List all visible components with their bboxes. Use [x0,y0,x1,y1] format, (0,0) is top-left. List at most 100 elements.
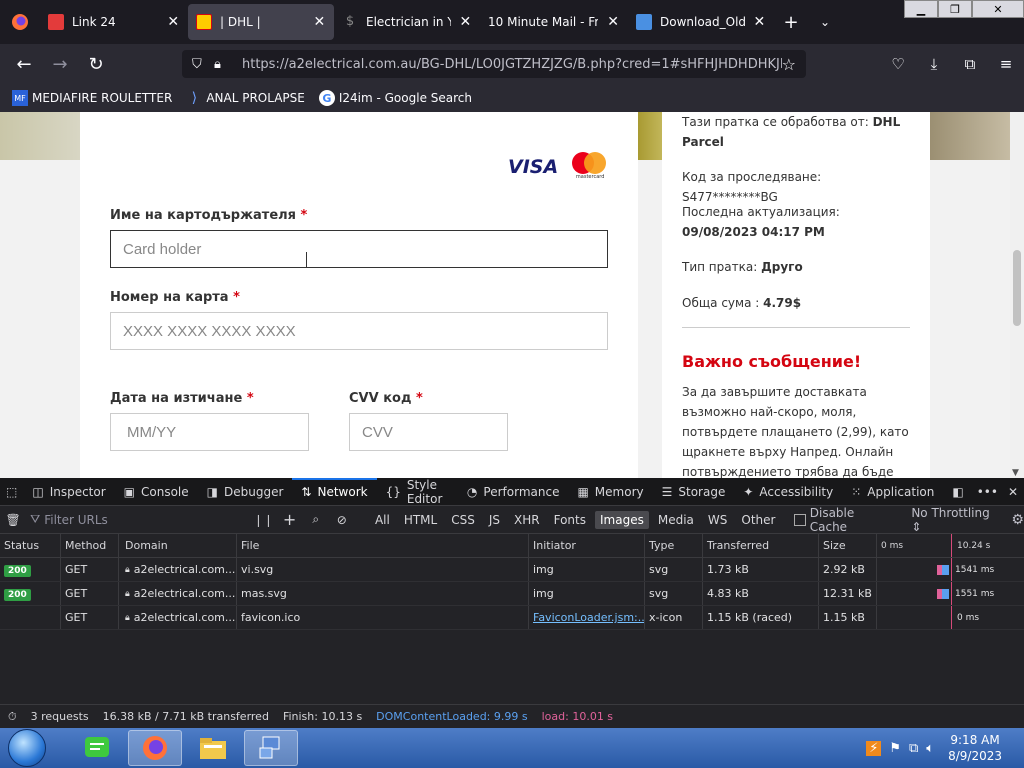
tab-download-old[interactable]: Download_Old_B ✕ [628,4,774,40]
bookmark-mediafire[interactable]: MF MEDIAFIRE ROULETTER [12,90,172,106]
tab-storage[interactable]: ☰ Storage [653,478,735,506]
col-waterfall[interactable]: 0 ms 10.24 s [876,534,1024,557]
scrollbar-thumb[interactable] [1013,250,1021,326]
taskbar-app-chat-icon[interactable] [70,730,124,766]
col-size[interactable]: Size [818,534,876,557]
col-initiator[interactable]: Initiator [528,534,644,557]
tab-network[interactable]: ⇅ Network [292,477,377,506]
maximize-icon[interactable]: ❐ [938,0,972,18]
col-domain[interactable]: Domain [118,534,236,557]
col-status[interactable]: Status [0,539,60,552]
tab-label: Memory [594,484,644,499]
tab-memory[interactable]: ▦ Memory [568,478,652,506]
url-bar[interactable]: ⛉ 🔒︎ https://a2electrical.com.au/BG-DHL/… [182,50,806,78]
tray-app-icon[interactable]: ⚡ [866,740,882,756]
page-scrollbar[interactable]: ▼ [1010,112,1024,478]
tab-10minutemail[interactable]: 10 Minute Mail - Free ✕ [480,4,628,40]
filter-fonts[interactable]: Fonts [549,511,591,529]
close-tab-icon[interactable]: ✕ [167,14,180,30]
filter-images[interactable]: Images [595,510,649,529]
firefox-menu-icon[interactable] [0,0,40,44]
disable-cache-toggle[interactable]: Disable Cache [794,506,889,534]
table-row[interactable]: GET 🔒︎ a2electrical.com... favicon.ico Fa… [0,606,1024,630]
filter-css[interactable]: CSS [446,511,480,529]
tab-electrician[interactable]: $ Electrician in Yar ✕ [334,4,480,40]
settings-gear-icon[interactable]: ⚙ [1011,512,1024,528]
tab-console[interactable]: ▣ Console [115,478,198,506]
tab-accessibility[interactable]: ✦ Accessibility [734,478,842,506]
action-center-flag-icon[interactable]: ⚑ [889,741,901,756]
tab-debugger[interactable]: ◨ Debugger [198,478,293,506]
pick-element-icon[interactable]: ⬚ [0,478,23,506]
cvv-input[interactable]: CVV [349,413,508,451]
taskbar-app-network-icon[interactable] [244,730,298,766]
filter-xhr[interactable]: XHR [509,511,545,529]
scroll-down-icon[interactable]: ▼ [1012,468,1019,478]
cardholder-input[interactable]: Card holder [110,230,608,268]
shield-icon[interactable]: ⛉ [192,57,214,72]
col-type[interactable]: Type [644,534,702,557]
lock-icon[interactable]: 🔒︎ [214,57,236,72]
app-menu-icon[interactable]: ≡ [988,55,1024,73]
filter-urls-input[interactable]: ⛛ Filter URLs [26,512,250,527]
tab-application[interactable]: ⁙ Application [842,478,943,506]
table-row[interactable]: 200 GET 🔒︎ a2electrical.com... mas.svg im… [0,582,1024,606]
filter-media[interactable]: Media [653,511,699,529]
taskbar-app-explorer-icon[interactable] [186,730,240,766]
minimize-icon[interactable]: ▁ [904,0,938,18]
network-tray-icon[interactable]: ⧉ [909,741,918,756]
close-tab-icon[interactable]: ✕ [313,14,326,30]
close-tab-icon[interactable]: ✕ [606,14,620,30]
filter-ws[interactable]: WS [703,511,732,529]
pocket-icon[interactable]: ♡ [880,55,916,73]
downloads-icon[interactable]: ⤓ [916,55,952,73]
clock[interactable]: 9:18 AM 8/9/2023 [948,732,1002,764]
forward-icon[interactable]: → [42,54,78,75]
pause-icon[interactable]: ❘❘ [250,513,276,527]
timer-icon[interactable]: ⏱ [8,710,17,724]
taskbar-app-firefox-icon[interactable] [128,730,182,766]
application-icon: ⁙ [851,484,862,499]
close-devtools-icon[interactable]: ✕ [1002,478,1024,506]
extensions-icon[interactable]: ⧉ [952,55,988,73]
start-button-icon[interactable] [8,729,46,767]
block-icon[interactable]: ⊘ [329,513,355,527]
expiry-input[interactable]: MM/YY [110,413,309,451]
throttling-select[interactable]: No Throttling ⇕ [911,506,997,534]
bookmark-star-icon[interactable]: ☆ [782,55,796,74]
close-tab-icon[interactable]: ✕ [753,14,766,30]
tab-link24[interactable]: Link 24 ✕ [40,4,188,40]
tab-performance[interactable]: ◔ Performance [458,478,569,506]
initiator-link[interactable]: FaviconLoader.jsm:... [533,611,644,624]
more-options-icon[interactable]: ••• [973,478,1002,506]
close-tab-icon[interactable]: ✕ [459,14,472,30]
col-transferred[interactable]: Transferred [702,534,818,557]
url-text[interactable]: https://a2electrical.com.au/BG-DHL/LO0JG… [242,57,782,72]
card-number-input[interactable]: XXXX XXXX XXXX XXXX [110,312,608,350]
back-icon[interactable]: ← [6,54,42,75]
reload-icon[interactable]: ↻ [78,54,114,75]
label-text: Дата на изтичане [110,391,243,406]
col-method[interactable]: Method [60,534,118,557]
new-tab-icon[interactable]: + [774,12,808,33]
dock-icon[interactable]: ◧ [943,478,972,506]
col-file[interactable]: File [236,534,528,557]
tab-inspector[interactable]: ◫ Inspector [23,478,114,506]
tab-list-icon[interactable]: ⌄ [808,15,842,29]
checkbox-icon[interactable] [794,513,806,526]
filter-js[interactable]: JS [484,511,505,529]
add-filter-icon[interactable]: + [277,510,303,529]
domain-cell: 🔒︎ a2electrical.com... [118,606,236,629]
bookmark-anal-prolapse[interactable]: ⟩ ANAL PROLAPSE [186,90,305,106]
trash-icon[interactable]: 🗑︎ [0,513,26,527]
bookmark-google-search[interactable]: G I24im - Google Search [318,90,472,106]
filter-all[interactable]: All [370,511,395,529]
table-row[interactable]: 200 GET 🔒︎ a2electrical.com... vi.svg img… [0,558,1024,582]
tab-style-editor[interactable]: {} Style Editor [377,478,458,506]
filter-other[interactable]: Other [736,511,780,529]
tab-dhl[interactable]: | DHL | ✕ [188,4,334,40]
search-icon[interactable]: ⌕ [303,512,329,527]
volume-icon[interactable]: 🔈︎ [926,741,934,756]
filter-html[interactable]: HTML [399,511,442,529]
window-close-icon[interactable]: ✕ [972,0,1024,18]
